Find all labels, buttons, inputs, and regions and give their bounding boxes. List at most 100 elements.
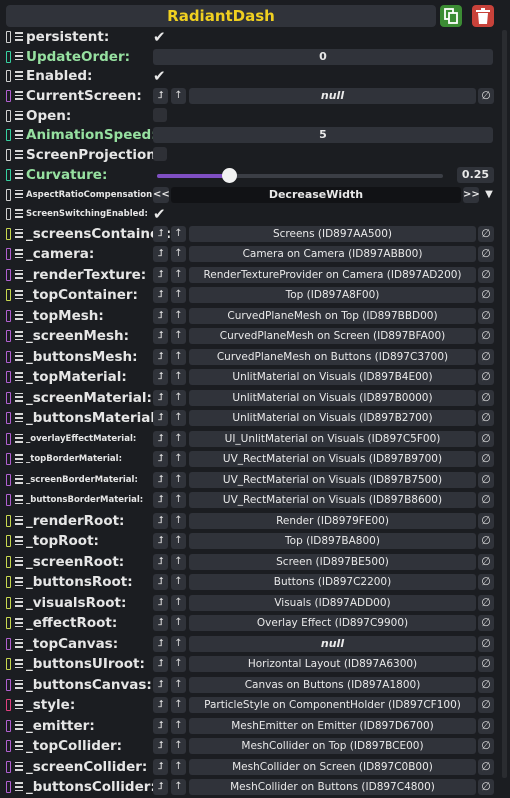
set-reference-button[interactable]: ⮥ xyxy=(153,369,168,386)
jump-to-reference-button[interactable]: ↑ xyxy=(171,348,186,365)
set-reference-button[interactable]: ⮥ xyxy=(153,471,168,488)
reference-field[interactable]: MeshCollider on Screen (ID897C0B00) xyxy=(189,758,476,775)
scrollbar[interactable] xyxy=(502,30,507,778)
connector-icon[interactable] xyxy=(6,227,11,240)
connector-icon[interactable] xyxy=(6,596,11,609)
reference-field[interactable]: CurvedPlaneMesh on Top (ID897BBD00) xyxy=(189,307,476,324)
set-reference-button[interactable]: ⮥ xyxy=(153,512,168,529)
connector-icon[interactable] xyxy=(6,658,11,671)
enum-next-button[interactable]: >> xyxy=(463,186,480,203)
clear-reference-button[interactable]: ∅ xyxy=(478,348,494,365)
component-title[interactable]: RadiantDash xyxy=(6,5,436,27)
jump-to-reference-button[interactable]: ↑ xyxy=(171,287,186,304)
clear-reference-button[interactable]: ∅ xyxy=(478,738,494,755)
set-reference-button[interactable]: ⮥ xyxy=(153,635,168,652)
clear-reference-button[interactable]: ∅ xyxy=(478,88,494,105)
set-reference-button[interactable]: ⮥ xyxy=(153,389,168,406)
clear-reference-button[interactable]: ∅ xyxy=(478,369,494,386)
drag-handle-icon[interactable] xyxy=(15,556,23,566)
connector-icon[interactable] xyxy=(6,678,11,691)
connector-icon[interactable] xyxy=(6,555,11,568)
clear-reference-button[interactable]: ∅ xyxy=(478,533,494,550)
jump-to-reference-button[interactable]: ↑ xyxy=(171,615,186,632)
checkbox-checked[interactable]: ✔ xyxy=(153,206,166,222)
drag-handle-icon[interactable] xyxy=(15,310,23,320)
reference-field[interactable]: Top (ID897BA800) xyxy=(189,533,476,550)
jump-to-reference-button[interactable]: ↑ xyxy=(171,430,186,447)
drag-handle-icon[interactable] xyxy=(15,536,23,546)
checkbox-unchecked[interactable] xyxy=(153,147,167,162)
drag-handle-icon[interactable] xyxy=(15,782,23,792)
drag-handle-icon[interactable] xyxy=(15,290,23,300)
set-reference-button[interactable]: ⮥ xyxy=(153,738,168,755)
jump-to-reference-button[interactable]: ↑ xyxy=(171,492,186,509)
enum-prev-button[interactable]: << xyxy=(153,186,170,203)
reference-field[interactable]: Horizontal Layout (ID897A6300) xyxy=(189,656,476,673)
reference-field[interactable]: null xyxy=(189,88,476,105)
reference-field[interactable]: Canvas on Buttons (ID897A1800) xyxy=(189,676,476,693)
drag-handle-icon[interactable] xyxy=(15,659,23,669)
drag-handle-icon[interactable] xyxy=(15,700,23,710)
jump-to-reference-button[interactable]: ↑ xyxy=(171,635,186,652)
reference-field[interactable]: MeshEmitter on Emitter (ID897D6700) xyxy=(189,717,476,734)
jump-to-reference-button[interactable]: ↑ xyxy=(171,512,186,529)
jump-to-reference-button[interactable]: ↑ xyxy=(171,389,186,406)
drag-handle-icon[interactable] xyxy=(15,433,23,443)
jump-to-reference-button[interactable]: ↑ xyxy=(171,266,186,283)
connector-icon[interactable] xyxy=(6,350,11,363)
jump-to-reference-button[interactable]: ↑ xyxy=(171,574,186,591)
set-reference-button[interactable]: ⮥ xyxy=(153,348,168,365)
jump-to-reference-button[interactable]: ↑ xyxy=(171,88,186,105)
jump-to-reference-button[interactable]: ↑ xyxy=(171,594,186,611)
set-reference-button[interactable]: ⮥ xyxy=(153,492,168,509)
reference-field[interactable]: Overlay Effect (ID897C9900) xyxy=(189,615,476,632)
drag-handle-icon[interactable] xyxy=(15,761,23,771)
drag-handle-icon[interactable] xyxy=(15,720,23,730)
connector-icon[interactable] xyxy=(6,494,11,507)
connector-icon[interactable] xyxy=(6,473,11,486)
drag-handle-icon[interactable] xyxy=(15,269,23,279)
drag-handle-icon[interactable] xyxy=(15,638,23,648)
clear-reference-button[interactable]: ∅ xyxy=(478,697,494,714)
reference-field[interactable]: Top (ID897A8F00) xyxy=(189,287,476,304)
set-reference-button[interactable]: ⮥ xyxy=(153,676,168,693)
connector-icon[interactable] xyxy=(6,129,11,142)
set-reference-button[interactable]: ⮥ xyxy=(153,533,168,550)
clear-reference-button[interactable]: ∅ xyxy=(478,574,494,591)
reference-field[interactable]: UI_UnlitMaterial on Visuals (ID897C5F00) xyxy=(189,430,476,447)
set-reference-button[interactable]: ⮥ xyxy=(153,410,168,427)
set-reference-button[interactable]: ⮥ xyxy=(153,307,168,324)
connector-icon[interactable] xyxy=(6,637,11,650)
reference-field[interactable]: ParticleStyle on ComponentHolder (ID897C… xyxy=(189,697,476,714)
clear-reference-button[interactable]: ∅ xyxy=(478,328,494,345)
clear-reference-button[interactable]: ∅ xyxy=(478,287,494,304)
reference-field[interactable]: UV_RectMaterial on Visuals (ID897B9700) xyxy=(189,451,476,468)
set-reference-button[interactable]: ⮥ xyxy=(153,246,168,263)
connector-icon[interactable] xyxy=(6,50,11,63)
reference-field[interactable]: Camera on Camera (ID897ABB00) xyxy=(189,246,476,263)
jump-to-reference-button[interactable]: ↑ xyxy=(171,758,186,775)
connector-icon[interactable] xyxy=(6,760,11,773)
connector-icon[interactable] xyxy=(6,617,11,630)
reference-field[interactable]: UV_RectMaterial on Visuals (ID897B8600) xyxy=(189,492,476,509)
connector-icon[interactable] xyxy=(6,391,11,404)
connector-icon[interactable] xyxy=(6,781,11,794)
clear-reference-button[interactable]: ∅ xyxy=(478,553,494,570)
jump-to-reference-button[interactable]: ↑ xyxy=(171,328,186,345)
clear-reference-button[interactable]: ∅ xyxy=(478,615,494,632)
drag-handle-icon[interactable] xyxy=(15,741,23,751)
clear-reference-button[interactable]: ∅ xyxy=(478,471,494,488)
drag-handle-icon[interactable] xyxy=(15,618,23,628)
jump-to-reference-button[interactable]: ↑ xyxy=(171,779,186,796)
curvature-slider[interactable] xyxy=(157,167,443,183)
reference-field[interactable]: RenderTextureProvider on Camera (ID897AD… xyxy=(189,266,476,283)
drag-handle-icon[interactable] xyxy=(15,679,23,689)
reference-field[interactable]: Screen (ID897BE500) xyxy=(189,553,476,570)
value-field[interactable]: 5 xyxy=(153,127,493,144)
drag-handle-icon[interactable] xyxy=(15,150,23,159)
drag-handle-icon[interactable] xyxy=(15,351,23,361)
drag-handle-icon[interactable] xyxy=(15,110,23,120)
jump-to-reference-button[interactable]: ↑ xyxy=(171,225,186,242)
connector-icon[interactable] xyxy=(6,188,11,201)
connector-icon[interactable] xyxy=(6,514,11,527)
